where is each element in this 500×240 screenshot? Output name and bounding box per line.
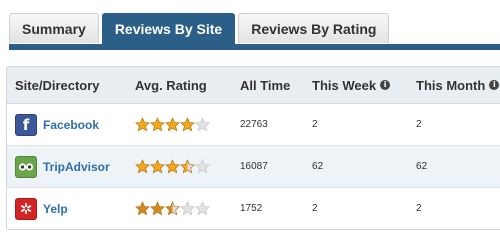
- star-icon: [150, 201, 165, 216]
- header-this-week-label: This Week: [312, 77, 377, 93]
- star-icon: [180, 201, 195, 216]
- header-rating: Avg. Rating: [135, 77, 207, 93]
- site-link-tripadvisor[interactable]: TripAdvisor: [43, 160, 110, 174]
- tab-reviews-by-site[interactable]: Reviews By Site: [101, 13, 236, 44]
- rating-cell: [135, 104, 210, 145]
- tab-summary[interactable]: Summary: [9, 13, 99, 43]
- owl-eyes-icon: [18, 162, 34, 171]
- tab-underline: [9, 44, 500, 50]
- star-rating: [135, 201, 210, 216]
- star-icon: [180, 117, 195, 132]
- header-all-time: All Time: [240, 77, 291, 93]
- site-cell: f Facebook: [15, 104, 99, 145]
- star-icon: [165, 117, 180, 132]
- yelp-icon: ✲: [15, 197, 37, 220]
- header-this-month-label: This Month: [416, 77, 486, 93]
- table-row: TripAdvisor 16087 62 62: [7, 146, 500, 188]
- star-icon: [150, 159, 165, 174]
- rating-cell: [135, 146, 210, 187]
- site-link-yelp[interactable]: Yelp: [43, 202, 68, 216]
- tripadvisor-icon: [15, 155, 37, 178]
- header-this-week: This Week i: [312, 67, 391, 103]
- rating-cell: [135, 188, 210, 229]
- header-site: Site/Directory: [15, 77, 100, 93]
- star-icon: [150, 117, 165, 132]
- star-icon: [180, 159, 195, 174]
- this-month-value: 62: [416, 161, 428, 172]
- header-this-month: This Month i: [416, 67, 500, 103]
- this-month-value: 2: [416, 203, 422, 214]
- table-row: ✲ Yelp 1752 2 2: [7, 188, 500, 229]
- reviews-table: Site/Directory Avg. Rating All Time This…: [6, 66, 500, 230]
- star-icon: [195, 117, 210, 132]
- table-header: Site/Directory Avg. Rating All Time This…: [7, 67, 500, 104]
- this-week-value: 62: [312, 161, 324, 172]
- tab-bar: Summary Reviews By Site Reviews By Ratin…: [9, 13, 392, 44]
- table-row: f Facebook 22763 2 2: [7, 104, 500, 146]
- site-cell: TripAdvisor: [15, 146, 110, 187]
- star-icon: [165, 159, 180, 174]
- tab-reviews-by-rating[interactable]: Reviews By Rating: [238, 13, 390, 43]
- site-link-facebook[interactable]: Facebook: [43, 118, 99, 132]
- this-week-value: 2: [312, 203, 318, 214]
- star-icon: [165, 201, 180, 216]
- star-rating: [135, 159, 210, 174]
- site-cell: ✲ Yelp: [15, 188, 68, 229]
- facebook-icon: f: [15, 113, 37, 136]
- star-icon: [195, 159, 210, 174]
- info-icon[interactable]: i: [489, 80, 500, 90]
- star-rating: [135, 117, 210, 132]
- all-time-value: 16087: [240, 161, 268, 172]
- star-icon: [135, 201, 150, 216]
- this-month-value: 2: [416, 119, 422, 130]
- star-icon: [195, 201, 210, 216]
- star-icon: [135, 117, 150, 132]
- this-week-value: 2: [312, 119, 318, 130]
- star-icon: [135, 159, 150, 174]
- info-icon[interactable]: i: [380, 80, 391, 90]
- all-time-value: 22763: [240, 119, 268, 130]
- all-time-value: 1752: [240, 203, 263, 214]
